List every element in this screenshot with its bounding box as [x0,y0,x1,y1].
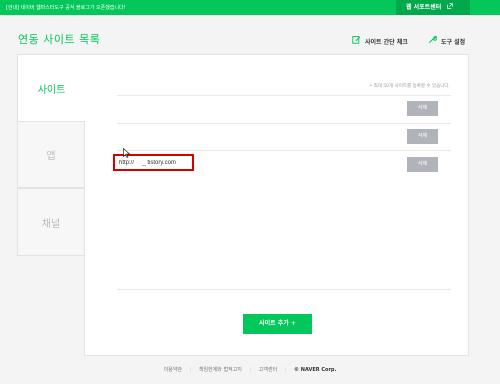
edit-icon [352,35,361,47]
site-quick-check-label: 사이트 간단 체크 [365,38,408,46]
footer-link-terms[interactable]: 이용약관 [164,367,182,373]
mouse-cursor-icon [123,148,131,158]
footer-brand: © NAVER Corp. [294,367,337,373]
category-tabs: 사이트 앱 채널 [17,54,85,256]
tab-app[interactable]: 앱 [17,121,85,188]
footer-link-legal[interactable]: 책임한계와 법적고지 [199,367,242,373]
footer-separator: | [249,367,252,373]
delete-button[interactable]: 삭제 [407,101,438,116]
footer: 이용약관 | 책임한계와 법적고지 | 고객센터 | © NAVER Corp. [0,366,500,373]
notice-link[interactable]: [안내] 네이버 웹마스터도구 공식 블로그가 오픈했습니다! [6,4,126,11]
tool-settings-label: 도구 설정 [441,38,466,46]
main-content: 사이트 앱 채널 • 최대 50개 사이트를 등록할 수 있습니다. 삭제 삭제… [17,54,469,356]
wrench-icon [428,35,438,47]
add-site-button[interactable]: 사이트 추가 + [243,314,312,334]
page-title: 연동 사이트 목록 [18,33,101,46]
site-quick-check-button[interactable]: 사이트 간단 체크 [352,35,408,47]
row-divider [117,150,451,151]
external-link-icon [447,0,454,15]
max-sites-helper-text: • 최대 50개 사이트를 등록할 수 있습니다. [369,84,451,89]
support-center-link[interactable]: 웹 서포트센터 [396,0,470,15]
delete-button[interactable]: 삭제 [407,129,438,144]
row-divider [117,289,451,290]
row-divider [117,123,451,124]
tab-channel[interactable]: 채널 [17,188,85,256]
footer-separator: | [189,367,192,373]
site-list-panel: • 최대 50개 사이트를 등록할 수 있습니다. 삭제 삭제 삭제 사이트 추… [84,54,469,356]
delete-button[interactable]: 삭제 [407,157,438,172]
tab-site[interactable]: 사이트 [17,54,85,122]
tool-settings-button[interactable]: 도구 설정 [428,35,465,47]
footer-link-support[interactable]: 고객센터 [259,367,277,373]
row-divider [117,95,451,96]
footer-separator: | [284,367,287,373]
support-center-label: 웹 서포트센터 [406,4,442,11]
top-notice-bar: [안내] 네이버 웹마스터도구 공식 블로그가 오픈했습니다! 웹 서포트센터 [0,0,500,15]
